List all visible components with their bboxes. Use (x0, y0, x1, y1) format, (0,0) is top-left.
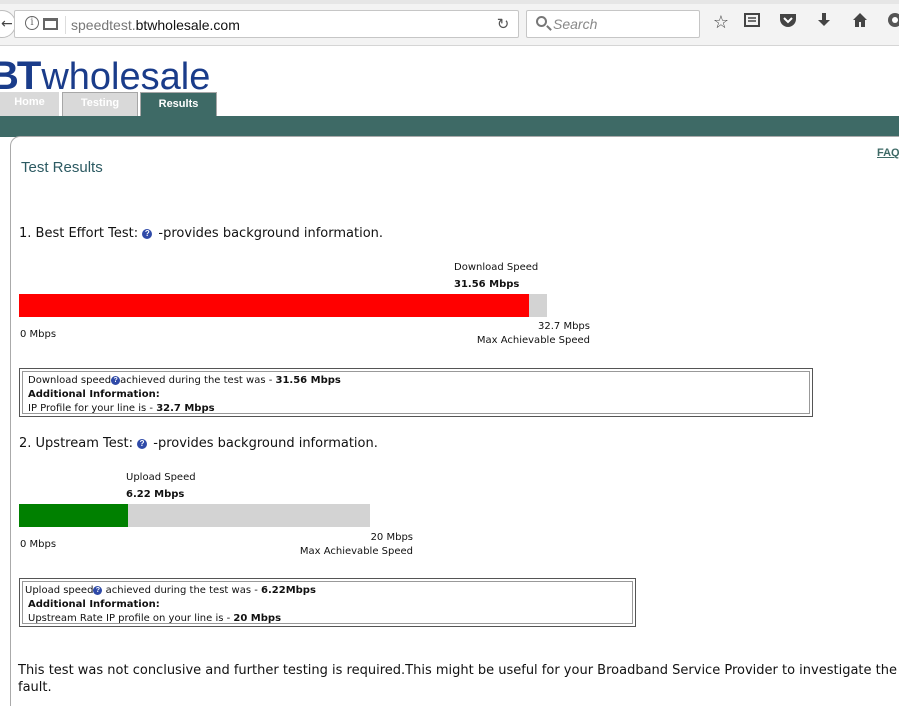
pocket-icon[interactable] (777, 12, 799, 34)
upload-bar-fill (19, 504, 129, 527)
additional-info-label: Additional Information: (28, 599, 160, 610)
star-icon[interactable]: ☆ (710, 12, 732, 34)
download-info-line1b: achieved during the test was - (120, 375, 276, 386)
upload-value-label: 6.22 Mbps (126, 489, 185, 500)
help-icon[interactable]: ? (111, 376, 121, 385)
upload-heading-prefix: 2. Upstream Test: (19, 436, 133, 451)
tab-testing[interactable]: Testing (62, 92, 138, 116)
upload-info-line1b: achieved during the test was - (102, 585, 262, 596)
reading-list-icon[interactable] (741, 12, 763, 34)
upload-info-value: 6.22Mbps (261, 585, 316, 596)
additional-info-label: Additional Information: (28, 389, 160, 400)
download-bar-track (19, 294, 547, 317)
download-info-line2: Additional Information: (28, 388, 804, 402)
search-icon (536, 16, 547, 27)
header-bar (0, 116, 899, 137)
upload-heading-suffix: -provides background information. (153, 436, 378, 451)
upload-info-line3: Upstream Rate IP profile on your line is… (25, 612, 627, 626)
download-max-label: 32.7 Mbps (538, 321, 590, 332)
download-info-line3a: IP Profile for your line is - (28, 403, 157, 414)
upload-bar-label: Upload Speed (126, 472, 196, 483)
download-max-caption: Max Achievable Speed (476, 335, 590, 346)
help-icon[interactable]: ? (142, 229, 153, 239)
download-info-value: 31.56 Mbps (275, 375, 341, 386)
download-ip-profile-value: 32.7 Mbps (156, 403, 215, 414)
upload-ip-profile-value: 20 Mbps (233, 613, 282, 624)
upload-section-heading: 2. Upstream Test: ? -provides background… (19, 436, 378, 451)
download-info-line3: IP Profile for your line is - 32.7 Mbps (28, 402, 804, 416)
download-section-heading: 1. Best Effort Test: ? -provides backgro… (19, 226, 383, 241)
upload-max-label: 20 Mbps (370, 532, 413, 543)
download-min-label: 0 Mbps (20, 329, 57, 340)
upload-info-line1: Upload speed? achieved during the test w… (25, 584, 627, 598)
search-bar[interactable] (526, 10, 700, 38)
upload-bar-track (19, 504, 370, 527)
upload-min-label: 0 Mbps (20, 539, 57, 550)
page-title: Test Results (21, 159, 103, 176)
tab-results[interactable]: Results (140, 92, 217, 116)
download-info-content: Download speed? achieved during the test … (22, 371, 810, 414)
upload-info-line3a: Upstream Rate IP profile on your line is… (28, 613, 234, 624)
download-heading-prefix: 1. Best Effort Test: (19, 226, 139, 241)
reload-icon[interactable]: ↻ (493, 14, 513, 34)
download-bar-fill (19, 294, 529, 317)
download-bar-label: Download Speed (454, 262, 539, 273)
tab-home[interactable]: Home (0, 92, 60, 116)
address-bar[interactable]: i speedtest.btwholesale.com ↻ (14, 10, 519, 38)
url-separator (65, 16, 66, 34)
upload-info-line2: Additional Information: (25, 598, 627, 612)
search-input[interactable] (553, 15, 693, 33)
url-prefix: speedtest. (71, 17, 136, 33)
upload-info-content: Upload speed? achieved during the test w… (22, 581, 633, 624)
download-value-label: 31.56 Mbps (454, 279, 520, 290)
download-info-box: Download speed? achieved during the test … (19, 368, 813, 417)
conclusion-text: This test was not conclusive and further… (18, 663, 897, 695)
help-icon[interactable]: ? (137, 439, 148, 449)
url-text[interactable]: speedtest.btwholesale.com (71, 17, 240, 33)
browser-toolbar: ← i speedtest.btwholesale.com ↻ ☆ (0, 0, 899, 46)
addon-icon[interactable] (884, 12, 899, 34)
download-info-line1a: Download speed (28, 375, 112, 386)
home-icon[interactable] (849, 12, 871, 34)
back-icon: ← (1, 16, 13, 32)
page-icon (43, 18, 58, 30)
url-domain: btwholesale.com (135, 17, 240, 33)
download-heading-suffix: -provides background information. (158, 226, 384, 241)
tab-strip (0, 0, 899, 4)
upload-info-line1a: Upload speed (25, 585, 94, 596)
faq-link[interactable]: FAQ (877, 147, 899, 159)
info-icon[interactable]: i (25, 16, 39, 30)
download-icon[interactable] (813, 12, 835, 34)
upload-max-caption: Max Achievable Speed (299, 546, 413, 557)
upload-info-box: Upload speed? achieved during the test w… (19, 578, 636, 627)
download-info-line1: Download speed? achieved during the test … (28, 374, 804, 388)
